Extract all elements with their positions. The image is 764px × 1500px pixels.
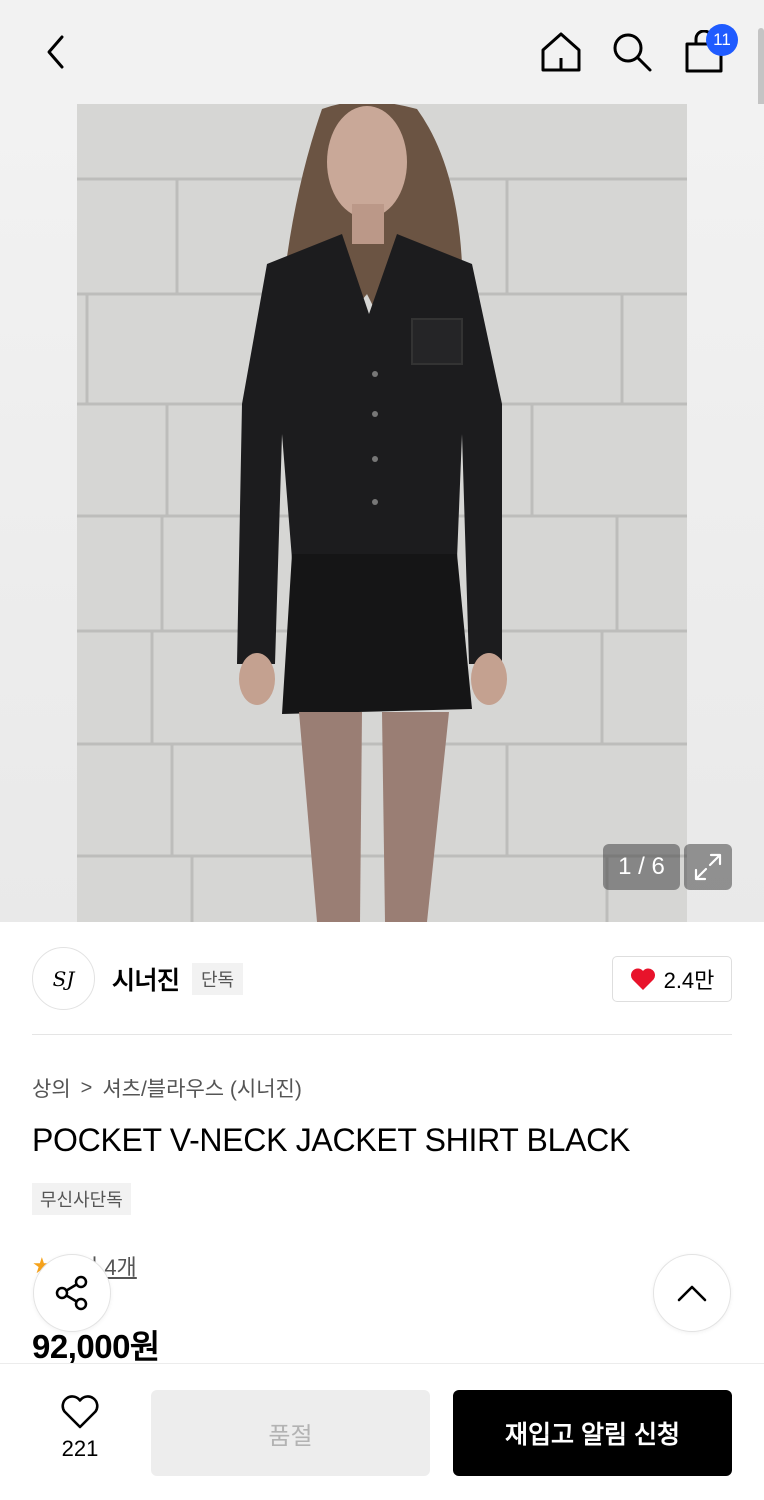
- breadcrumb-separator: >: [80, 1076, 93, 1099]
- share-icon: [55, 1275, 88, 1311]
- top-app-bar: 11: [0, 0, 764, 136]
- product-photo-illustration: [77, 104, 687, 922]
- home-icon: [541, 32, 581, 72]
- soldout-button: 품절: [151, 1390, 430, 1476]
- cart-count-badge: 11: [706, 24, 738, 56]
- brand-logo[interactable]: SJ: [32, 947, 95, 1010]
- search-icon: [613, 33, 652, 72]
- search-button[interactable]: [608, 28, 656, 76]
- back-icon: [47, 35, 64, 69]
- brand-row: SJ 시너진 단독 2.4만: [0, 922, 764, 1036]
- expand-image-button[interactable]: [684, 844, 732, 890]
- musinsa-exclusive-tag: 무신사단독: [32, 1183, 131, 1215]
- brand-like-count: 2.4만: [663, 968, 715, 993]
- breadcrumb-item[interactable]: 셔츠/블라우스 (시너진): [102, 1073, 302, 1103]
- wishlist-button[interactable]: 221: [44, 1394, 116, 1472]
- back-button[interactable]: [32, 28, 80, 76]
- brand-exclusive-tag: 단독: [192, 963, 244, 995]
- restock-alert-button[interactable]: 재입고 알림 신청: [453, 1390, 732, 1476]
- scroll-to-top-button[interactable]: [653, 1254, 731, 1332]
- product-title: POCKET V-NECK JACKET SHIRT BLACK: [32, 1122, 630, 1158]
- heart-outline-icon: [61, 1395, 99, 1429]
- expand-icon: [694, 853, 722, 881]
- cart-button[interactable]: 11: [680, 24, 738, 76]
- brand-name[interactable]: 시너진: [112, 961, 180, 997]
- wishlist-count: 221: [61, 1436, 99, 1461]
- breadcrumb: 상의 > 셔츠/블라우스 (시너진): [32, 1073, 302, 1103]
- product-photo[interactable]: [77, 104, 687, 922]
- brand-logo-text: SJ: [52, 966, 75, 991]
- heart-filled-icon: [630, 968, 655, 990]
- chevron-up-icon: [677, 1285, 707, 1302]
- home-button[interactable]: [537, 28, 585, 76]
- breadcrumb-item[interactable]: 상의: [32, 1073, 71, 1103]
- brand-like-button[interactable]: 2.4만: [612, 956, 732, 1002]
- divider: [32, 1034, 732, 1035]
- bottom-action-bar: 221 품절 재입고 알림 신청: [0, 1363, 764, 1500]
- share-button[interactable]: [33, 1254, 111, 1332]
- product-price: 92,000원: [32, 1328, 160, 1365]
- image-counter: 1 / 6: [603, 844, 680, 890]
